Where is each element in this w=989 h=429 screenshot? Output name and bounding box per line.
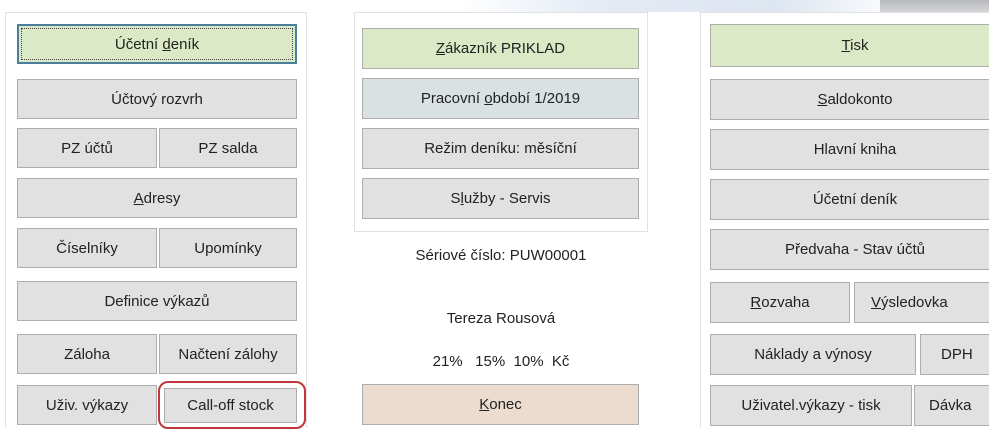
sluzby-servis-button[interactable]: Služby - Servis (362, 178, 639, 219)
zaloha-button[interactable]: Záloha (17, 334, 157, 374)
adresy-button[interactable]: Adresy (17, 178, 297, 218)
dph-button[interactable]: DPH (920, 334, 989, 375)
saldokonto-button[interactable]: Saldokonto (710, 79, 989, 120)
rozvaha-button[interactable]: Rozvaha (710, 282, 850, 323)
background-graphic-corner (880, 0, 989, 12)
nacteni-zalohy-button[interactable]: Načtení zálohy (159, 334, 297, 374)
ucetni-denik-print-button[interactable]: Účetní deník (710, 179, 989, 220)
naklady-vynosy-button[interactable]: Náklady a výnosy (710, 334, 916, 375)
zakaznik-button[interactable]: Zákazník PRIKLAD (362, 28, 639, 69)
predvaha-button[interactable]: Předvaha - Stav účtů (710, 229, 989, 270)
pz-uctu-button[interactable]: PZ účtů (17, 128, 157, 168)
background-graphic (460, 0, 910, 12)
uziv-vykazy-button[interactable]: Uživ. výkazy (17, 385, 157, 425)
tisk-button[interactable]: Tisk (710, 24, 989, 67)
pracovni-obdobi-button[interactable]: Pracovní období 1/2019 (362, 78, 639, 119)
ucetni-denik-button[interactable]: Účetní deník (17, 24, 297, 64)
user-name-label: Tereza Rousová (446, 310, 556, 327)
uzivatel-vykazy-tisk-button[interactable]: Uživatel.výkazy - tisk (710, 385, 912, 426)
rezim-deniku-button[interactable]: Režim deníku: měsíční (362, 128, 639, 169)
uctovy-rozvrh-button[interactable]: Účtový rozvrh (17, 79, 297, 119)
upominky-button[interactable]: Upomínky (159, 228, 297, 268)
vat-rates-label: 21% 15% 10% Kč (432, 353, 570, 370)
hlavni-kniha-button[interactable]: Hlavní kniha (710, 129, 989, 170)
davka-button[interactable]: Dávka (914, 385, 989, 426)
vysledovka-button[interactable]: Výsledovka (854, 282, 989, 323)
definice-vykazu-button[interactable]: Definice výkazů (17, 281, 297, 321)
serial-number-label: Sériové číslo: PUW00001 (415, 247, 587, 264)
konec-button[interactable]: Konec (362, 384, 639, 425)
pz-salda-button[interactable]: PZ salda (159, 128, 297, 168)
ciselniky-button[interactable]: Číselníky (17, 228, 157, 268)
call-off-stock-highlight (158, 381, 306, 429)
